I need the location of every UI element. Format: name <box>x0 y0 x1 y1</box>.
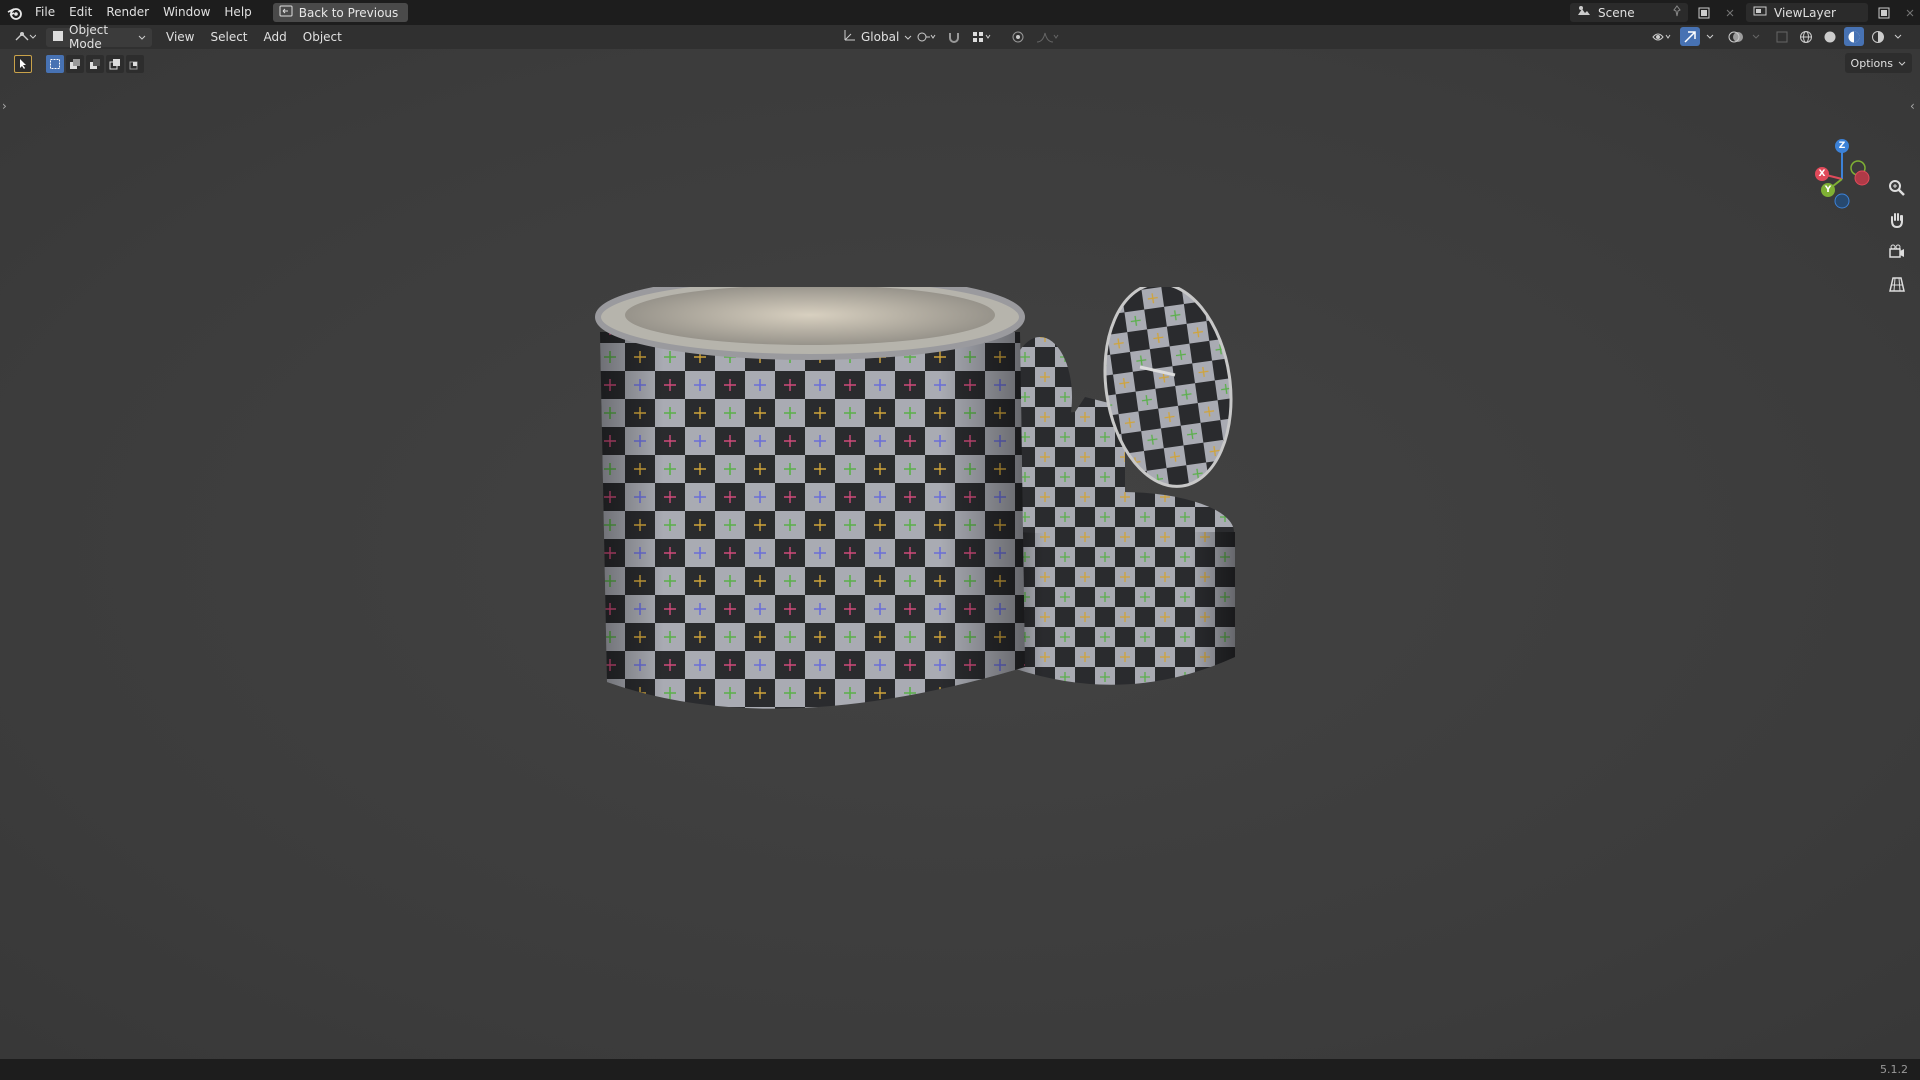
object-mode-icon <box>52 30 64 45</box>
orthographic-grid-icon[interactable] <box>1884 271 1910 297</box>
shading-dropdown-icon[interactable] <box>1892 27 1904 46</box>
back-screen-icon <box>279 5 293 20</box>
transform-orientation-dropdown[interactable]: Global <box>836 27 912 46</box>
proportional-editing-icon[interactable] <box>1008 27 1028 46</box>
status-bar: 5.1.2 <box>0 1059 1920 1080</box>
menu-edit[interactable]: Edit <box>62 0 99 25</box>
view-layer-name: ViewLayer <box>1774 5 1836 20</box>
select-subtract-icon[interactable] <box>86 55 104 73</box>
chevron-down-icon <box>138 30 146 44</box>
select-new-icon[interactable] <box>46 55 64 73</box>
view-layer-icon <box>1752 5 1768 20</box>
pin-icon[interactable] <box>1672 5 1682 20</box>
rendered-shading-icon[interactable] <box>1868 27 1888 46</box>
checker-textured-objects[interactable] <box>595 274 1265 777</box>
editor-type-icon[interactable] <box>10 28 40 47</box>
xray-toggle-icon[interactable] <box>1772 27 1792 46</box>
object-mode-dropdown[interactable]: Object Mode <box>46 23 152 51</box>
blender-logo-icon[interactable] <box>2 0 28 25</box>
falloff-curve-icon[interactable] <box>1032 27 1062 46</box>
gizmo-z-axis[interactable]: Z <box>1835 139 1849 153</box>
back-to-previous-button[interactable]: Back to Previous <box>272 3 409 22</box>
back-to-previous-label: Back to Previous <box>298 5 399 20</box>
material-preview-shading-icon[interactable] <box>1844 27 1864 46</box>
scene-name: Scene <box>1598 5 1635 20</box>
select-invert-icon[interactable] <box>106 55 124 73</box>
overlays-dropdown-icon[interactable] <box>1750 27 1762 46</box>
gizmo-x-axis[interactable]: X <box>1815 167 1829 181</box>
visibility-icon[interactable] <box>1648 27 1676 46</box>
gizmo-toggle-icon[interactable] <box>1680 27 1700 46</box>
header-menu-select[interactable]: Select <box>202 30 255 44</box>
header-menu-object[interactable]: Object <box>295 30 350 44</box>
pivot-point-icon[interactable] <box>912 27 940 46</box>
zoom-icon[interactable] <box>1884 175 1910 201</box>
menu-window[interactable]: Window <box>156 0 217 25</box>
transform-orientation-label: Global <box>861 29 900 44</box>
header-menu-view[interactable]: View <box>158 30 202 44</box>
object-mode-label: Object Mode <box>69 23 109 51</box>
new-scene-icon[interactable] <box>1694 3 1714 22</box>
overlays-icon[interactable] <box>1726 27 1746 46</box>
snap-target-icon[interactable] <box>968 27 996 46</box>
select-tool-icon[interactable] <box>14 55 32 73</box>
select-extend-icon[interactable] <box>66 55 84 73</box>
delete-scene-icon[interactable] <box>1720 3 1740 22</box>
viewport-header: Object Mode View Select Add Object Globa… <box>0 23 1920 51</box>
menu-file[interactable]: File <box>28 0 62 25</box>
scene-selector[interactable]: Scene <box>1570 3 1688 22</box>
snap-magnet-icon[interactable] <box>944 27 964 46</box>
sidebar-expand-arrow-icon[interactable]: ‹ <box>1910 99 1918 113</box>
delete-view-layer-icon[interactable] <box>1900 3 1920 22</box>
3d-viewport[interactable]: › ‹ Options Z X Y <box>0 49 1920 1059</box>
chevron-down-icon <box>1898 57 1906 70</box>
menu-help[interactable]: Help <box>217 0 258 25</box>
menu-render[interactable]: Render <box>99 0 156 25</box>
orientation-axes-icon <box>842 28 856 45</box>
toolbar-expand-arrow-icon[interactable]: › <box>2 99 10 113</box>
gizmo-y-axis[interactable]: Y <box>1821 183 1835 197</box>
solid-shading-icon[interactable] <box>1820 27 1840 46</box>
camera-view-icon[interactable] <box>1884 239 1910 265</box>
options-dropdown[interactable]: Options <box>1844 53 1912 73</box>
top-bar: File Edit Render Window Help Back to Pre… <box>0 0 1920 25</box>
scene-icon <box>1576 5 1592 20</box>
new-view-layer-icon[interactable] <box>1874 3 1894 22</box>
header-menu-add[interactable]: Add <box>256 30 295 44</box>
pan-hand-icon[interactable] <box>1884 207 1910 233</box>
select-intersect-icon[interactable] <box>126 55 144 73</box>
gizmo-dropdown-icon[interactable] <box>1704 27 1716 46</box>
options-label: Options <box>1850 56 1893 70</box>
wireframe-shading-icon[interactable] <box>1796 27 1816 46</box>
navigation-gizmo[interactable]: Z X Y <box>1800 134 1880 224</box>
view-layer-selector[interactable]: ViewLayer <box>1746 3 1868 22</box>
version-label: 5.1.2 <box>1880 1063 1908 1076</box>
